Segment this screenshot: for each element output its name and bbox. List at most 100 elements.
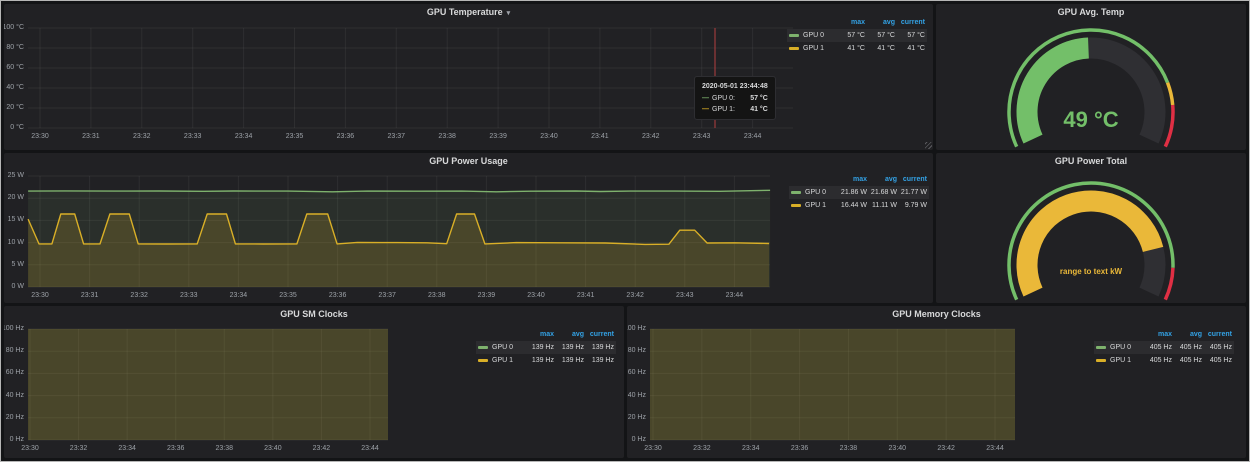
legend-swatch-gpu-0 <box>1096 346 1106 349</box>
x-tick-label: 23:40 <box>516 292 556 299</box>
x-tick-label: 23:32 <box>59 445 99 452</box>
x-tick-label: 23:36 <box>318 292 358 299</box>
y-tick-label: 0 W <box>12 283 24 290</box>
x-tick-label: 23:30 <box>20 133 60 140</box>
gauge-value: range to text kW <box>936 267 1246 276</box>
legend-value: 16.44 W <box>837 199 867 212</box>
legend-series-name[interactable]: GPU 1 <box>803 42 835 55</box>
legend-row: GPU 021.86 W21.68 W21.77 W <box>789 186 929 199</box>
legend-header-current[interactable]: current <box>897 173 927 186</box>
x-tick-label: 23:38 <box>204 445 244 452</box>
panel-resize-handle[interactable] <box>925 142 932 149</box>
legend-value: 21.68 W <box>867 186 897 199</box>
x-tick-label: 23:39 <box>466 292 506 299</box>
legend-value: 405 Hz <box>1202 354 1232 367</box>
legend-header-row: maxavgcurrent <box>1094 328 1234 341</box>
legend-row: GPU 141 °C41 °C41 °C <box>787 42 927 55</box>
legend-swatch-gpu-1 <box>789 47 799 50</box>
x-tick-label: 23:42 <box>926 445 966 452</box>
y-tick-label: 60 Hz <box>628 369 646 376</box>
legend-swatch-gpu-0 <box>791 191 801 194</box>
legend-value: 139 Hz <box>524 354 554 367</box>
y-tick-label: 40 Hz <box>6 392 24 399</box>
legend-swatch-gpu-0 <box>789 34 799 37</box>
x-tick-label: 23:32 <box>122 133 162 140</box>
legend-series-name[interactable]: GPU 0 <box>1110 341 1142 354</box>
legend-series-name[interactable]: GPU 0 <box>803 29 835 42</box>
y-tick-label: 15 W <box>8 216 24 223</box>
legend-value: 41 °C <box>865 42 895 55</box>
y-tick-label: 100 °C <box>4 24 24 31</box>
x-tick-label: 23:43 <box>665 292 705 299</box>
legend-header-current[interactable]: current <box>895 16 925 29</box>
legend-value: 139 Hz <box>554 354 584 367</box>
x-tick-label: 23:41 <box>566 292 606 299</box>
x-tick-label: 23:32 <box>119 292 159 299</box>
legend-series-name[interactable]: GPU 0 <box>492 341 524 354</box>
tooltip-series-label: GPU 1: <box>712 104 735 115</box>
legend-value: 139 Hz <box>554 341 584 354</box>
x-tick-label: 23:39 <box>478 133 518 140</box>
legend-value: 405 Hz <box>1142 341 1172 354</box>
x-tick-label: 23:40 <box>877 445 917 452</box>
legend-header-row: maxavgcurrent <box>787 16 927 29</box>
legend-header-avg[interactable]: avg <box>865 16 895 29</box>
legend-value: 11.11 W <box>867 199 897 212</box>
x-tick-label: 23:34 <box>224 133 264 140</box>
x-tick-label: 23:34 <box>107 445 147 452</box>
legend-header-current[interactable]: current <box>584 328 614 341</box>
x-tick-label: 23:44 <box>350 445 390 452</box>
legend-header-current[interactable]: current <box>1202 328 1232 341</box>
x-tick-label: 23:42 <box>631 133 671 140</box>
panel-gpu-avg-temp: GPU Avg. Temp 49 °C <box>936 4 1246 150</box>
legend-swatch-gpu-0 <box>478 346 488 349</box>
legend-value: 139 Hz <box>584 354 614 367</box>
tooltip-series-label: GPU 0: <box>712 93 735 104</box>
tooltip-row: — GPU 1: 41 °C <box>702 104 768 115</box>
y-tick-label: 0 °C <box>10 124 24 131</box>
x-tick-label: 23:30 <box>10 445 50 452</box>
legend-header-avg[interactable]: avg <box>1172 328 1202 341</box>
legend-header-max[interactable]: max <box>1142 328 1172 341</box>
legend-row: GPU 0139 Hz139 Hz139 Hz <box>476 341 616 354</box>
y-tick-label: 100 Hz <box>4 325 24 332</box>
legend: maxavgcurrentGPU 0139 Hz139 Hz139 HzGPU … <box>476 328 616 367</box>
series-dash-icon: — <box>702 93 709 104</box>
legend-header-max[interactable]: max <box>835 16 865 29</box>
legend-row: GPU 1139 Hz139 Hz139 Hz <box>476 354 616 367</box>
x-tick-label: 23:42 <box>615 292 655 299</box>
legend-series-name[interactable]: GPU 1 <box>1110 354 1142 367</box>
x-tick-label: 23:32 <box>682 445 722 452</box>
legend-header-max[interactable]: max <box>524 328 554 341</box>
x-tick-label: 23:34 <box>218 292 258 299</box>
y-tick-label: 80 Hz <box>6 347 24 354</box>
y-tick-label: 0 Hz <box>632 436 646 443</box>
legend: maxavgcurrentGPU 057 °C57 °C57 °CGPU 141… <box>787 16 927 55</box>
legend-header-max[interactable]: max <box>837 173 867 186</box>
x-tick-label: 23:33 <box>173 133 213 140</box>
legend-series-name[interactable]: GPU 1 <box>805 199 837 212</box>
x-tick-label: 23:38 <box>828 445 868 452</box>
legend-series-name[interactable]: GPU 0 <box>805 186 837 199</box>
legend-header-avg[interactable]: avg <box>554 328 584 341</box>
dashboard: GPU Temperature▾ 2020-05-01 23:44:48 — G… <box>0 0 1250 462</box>
tooltip-series-value: 57 °C <box>742 93 768 104</box>
y-tick-label: 20 W <box>8 194 24 201</box>
x-tick-label: 23:44 <box>733 133 773 140</box>
legend-value: 139 Hz <box>584 341 614 354</box>
x-tick-label: 23:38 <box>417 292 457 299</box>
y-tick-label: 20 Hz <box>628 414 646 421</box>
x-tick-label: 23:40 <box>529 133 569 140</box>
panel-gpu-power-usage: GPU Power Usage 25 W20 W15 W10 W5 W0 W23… <box>4 153 933 303</box>
legend-value: 405 Hz <box>1142 354 1172 367</box>
legend-value: 9.79 W <box>897 199 927 212</box>
legend-header-avg[interactable]: avg <box>867 173 897 186</box>
gauge-canvas <box>936 153 1246 303</box>
legend-series-name[interactable]: GPU 1 <box>492 354 524 367</box>
legend-value: 41 °C <box>835 42 865 55</box>
legend: maxavgcurrentGPU 021.86 W21.68 W21.77 WG… <box>789 173 929 212</box>
gauge-value: 49 °C <box>936 107 1246 133</box>
legend-value: 21.77 W <box>897 186 927 199</box>
legend-value: 405 Hz <box>1172 341 1202 354</box>
x-tick-label: 23:44 <box>975 445 1015 452</box>
